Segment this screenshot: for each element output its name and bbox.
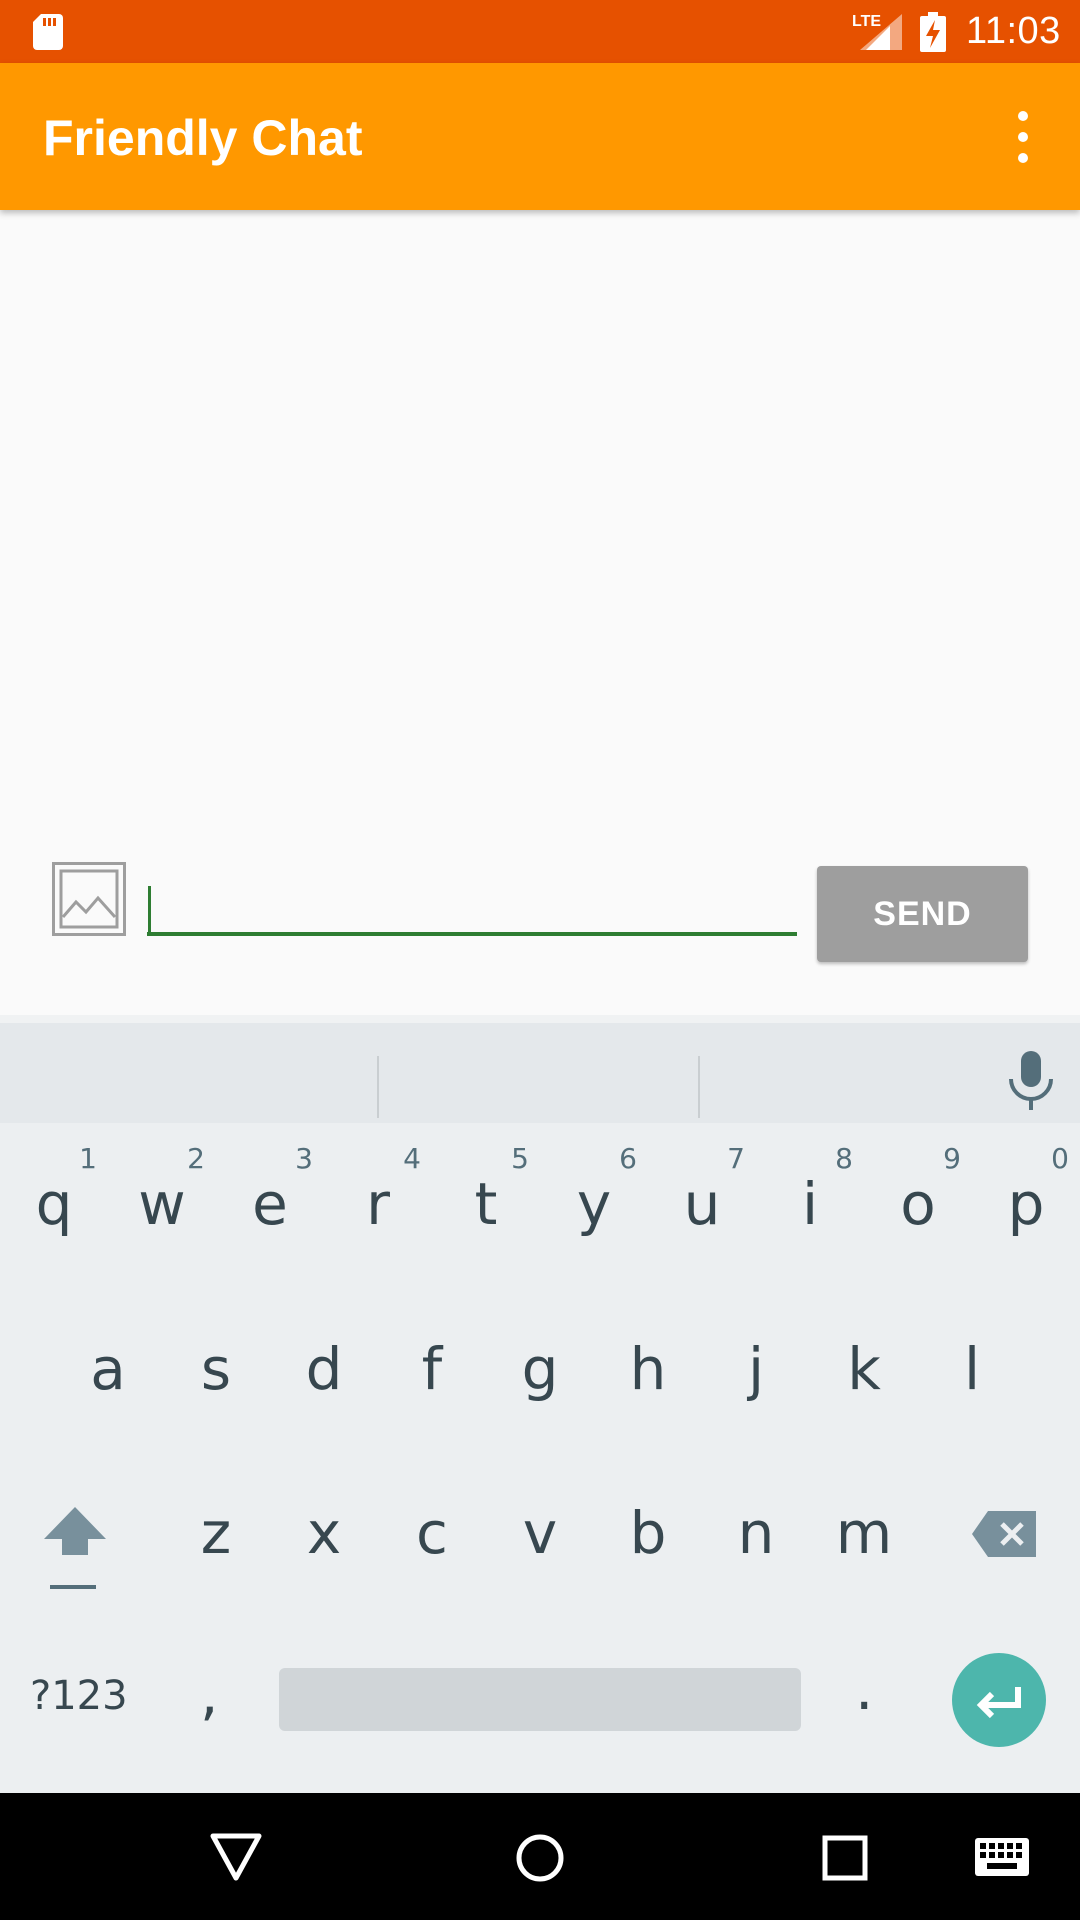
key-w[interactable]: w: [122, 1170, 202, 1238]
key-e[interactable]: e: [230, 1170, 310, 1238]
soft-keyboard: ?123 , . q1w2e3r4t5y6u7i8o9p0 asdfghjkl zx…: [0, 1015, 1080, 1793]
key-hint: 7: [727, 1142, 745, 1175]
back-icon[interactable]: [210, 1833, 262, 1881]
key-hint: 1: [79, 1142, 97, 1175]
key-y[interactable]: y: [554, 1170, 634, 1238]
key-u[interactable]: u: [662, 1170, 742, 1238]
key-l[interactable]: l: [932, 1335, 1012, 1403]
shift-icon[interactable]: [40, 1505, 110, 1595]
key-hint: 8: [835, 1142, 853, 1175]
key-n[interactable]: n: [716, 1499, 796, 1567]
key-j[interactable]: j: [716, 1335, 796, 1403]
message-input[interactable]: [147, 880, 797, 936]
app-title: Friendly Chat: [43, 110, 363, 166]
key-hint: 5: [511, 1142, 529, 1175]
symbols-key[interactable]: ?123: [30, 1673, 128, 1719]
key-p[interactable]: p: [986, 1170, 1066, 1238]
key-z[interactable]: z: [176, 1499, 256, 1567]
strip-divider: [698, 1056, 700, 1118]
key-s[interactable]: s: [176, 1335, 256, 1403]
message-list[interactable]: [0, 210, 1080, 840]
add-image-icon[interactable]: [52, 862, 126, 936]
key-m[interactable]: m: [824, 1499, 904, 1567]
enter-key[interactable]: [952, 1653, 1046, 1747]
key-x[interactable]: x: [284, 1499, 364, 1567]
key-c[interactable]: c: [392, 1499, 472, 1567]
key-hint: 9: [943, 1142, 961, 1175]
key-hint: 3: [295, 1142, 313, 1175]
key-hint: 0: [1051, 1142, 1069, 1175]
spacebar[interactable]: [279, 1668, 801, 1731]
recents-icon[interactable]: [822, 1835, 868, 1881]
battery-charging-icon: [920, 12, 946, 52]
key-f[interactable]: f: [392, 1335, 472, 1403]
enter-icon: [976, 1687, 1021, 1719]
key-o[interactable]: o: [878, 1170, 958, 1238]
key-b[interactable]: b: [608, 1499, 688, 1567]
keyboard-icon[interactable]: [975, 1838, 1029, 1876]
status-bar: LTE 11:03: [0, 0, 1080, 63]
key-t[interactable]: t: [446, 1170, 526, 1238]
suggestion-strip: [0, 1015, 1080, 1123]
key-a[interactable]: a: [68, 1335, 148, 1403]
text-cursor: [148, 886, 151, 936]
backspace-icon[interactable]: [972, 1511, 1036, 1557]
send-button[interactable]: SEND: [817, 866, 1028, 962]
status-time: 11:03: [966, 10, 1061, 52]
navigation-bar: [0, 1793, 1080, 1920]
period-key[interactable]: .: [855, 1655, 873, 1723]
key-v[interactable]: v: [500, 1499, 580, 1567]
key-q[interactable]: q: [14, 1170, 94, 1238]
key-g[interactable]: g: [500, 1335, 580, 1403]
comma-key[interactable]: ,: [200, 1660, 218, 1728]
key-hint: 6: [619, 1142, 637, 1175]
signal-icon: [860, 14, 902, 50]
microphone-icon[interactable]: [1005, 1051, 1057, 1111]
key-h[interactable]: h: [608, 1335, 688, 1403]
key-hint: 2: [187, 1142, 205, 1175]
key-i[interactable]: i: [770, 1170, 850, 1238]
sd-card-icon: [33, 14, 63, 50]
key-k[interactable]: k: [824, 1335, 904, 1403]
key-d[interactable]: d: [284, 1335, 364, 1403]
strip-divider: [377, 1056, 379, 1118]
key-r[interactable]: r: [338, 1170, 418, 1238]
key-hint: 4: [403, 1142, 421, 1175]
message-composer: SEND: [0, 840, 1080, 1015]
app-bar: Friendly Chat: [0, 63, 1080, 210]
more-vert-icon[interactable]: [1000, 107, 1046, 167]
home-icon[interactable]: [515, 1833, 565, 1883]
